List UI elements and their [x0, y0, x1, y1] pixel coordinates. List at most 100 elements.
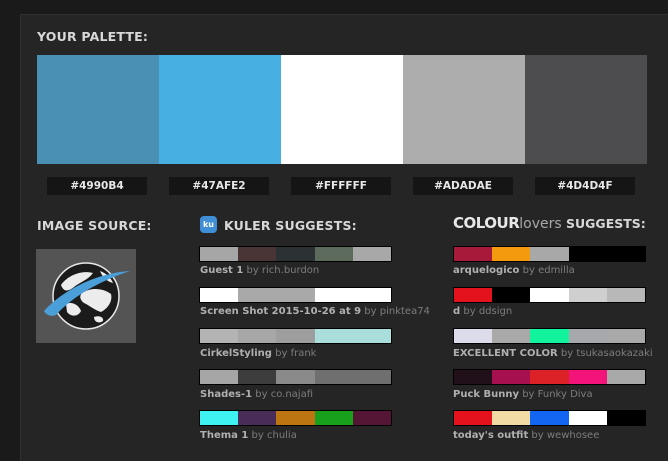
color-swatch-1[interactable]: [200, 288, 239, 302]
colourlovers-palette-strip[interactable]: [453, 410, 646, 426]
color-swatch-1[interactable]: [454, 329, 493, 343]
palette-swatch-2[interactable]: [159, 55, 281, 164]
color-swatch-4[interactable]: [568, 247, 607, 261]
kuler-palette-strip[interactable]: [199, 246, 392, 262]
colourlovers-logo-light: lovers: [519, 216, 562, 232]
colourlovers-palette-name[interactable]: arquelogico: [453, 265, 519, 276]
color-swatch-4[interactable]: [314, 329, 353, 343]
color-swatch-4[interactable]: [568, 411, 607, 425]
kuler-palette-name[interactable]: CirkelStyling: [200, 348, 272, 359]
color-swatch-1[interactable]: [200, 247, 239, 261]
colourlovers-palette-strip[interactable]: [453, 287, 646, 303]
kuler-by-label: by: [255, 389, 268, 400]
color-swatch-1[interactable]: [200, 370, 239, 384]
color-swatch-2[interactable]: [492, 247, 531, 261]
colourlovers-palette-author[interactable]: wewhosee: [547, 430, 599, 441]
color-swatch-5[interactable]: [606, 329, 646, 343]
color-swatch-5[interactable]: [606, 411, 646, 425]
color-swatch-2[interactable]: [238, 411, 277, 425]
color-swatch-3[interactable]: [530, 247, 569, 261]
colourlovers-palette-name[interactable]: Puck Bunny: [453, 389, 519, 400]
color-swatch-3[interactable]: [276, 288, 315, 302]
color-swatch-3[interactable]: [530, 370, 569, 384]
color-swatch-5[interactable]: [352, 329, 392, 343]
color-swatch-4[interactable]: [568, 329, 607, 343]
kuler-palette-name[interactable]: Guest 1: [200, 265, 243, 276]
color-swatch-1[interactable]: [200, 411, 239, 425]
colourlovers-palette-author[interactable]: ddsign: [479, 306, 512, 317]
colourlovers-palette-author[interactable]: Funky Diva: [538, 389, 593, 400]
color-swatch-5[interactable]: [352, 411, 392, 425]
color-swatch-2[interactable]: [492, 370, 531, 384]
color-swatch-3[interactable]: [276, 411, 315, 425]
kuler-palette-name[interactable]: Thema 1: [200, 430, 248, 441]
color-swatch-2[interactable]: [238, 288, 277, 302]
colourlovers-by-label: by: [531, 430, 544, 441]
color-swatch-4[interactable]: [314, 247, 353, 261]
color-swatch-2[interactable]: [492, 329, 531, 343]
source-image-thumbnail[interactable]: [36, 249, 136, 343]
globe-logo-icon: [44, 262, 130, 330]
palette-swatch-1[interactable]: [37, 55, 159, 164]
colourlovers-heading-rest: SUGGESTS:: [561, 216, 646, 231]
kuler-palette-name[interactable]: Shades-1: [200, 389, 252, 400]
palette-swatch-4[interactable]: [403, 55, 525, 164]
color-swatch-1[interactable]: [454, 288, 493, 302]
color-swatch-3[interactable]: [530, 329, 569, 343]
kuler-palette-strip[interactable]: [199, 328, 392, 344]
colourlovers-palette-strip[interactable]: [453, 369, 646, 385]
color-swatch-2[interactable]: [238, 329, 277, 343]
hex-code-3[interactable]: #FFFFFF: [291, 177, 391, 195]
kuler-palette-strip[interactable]: [199, 369, 392, 385]
colourlovers-palette-strip[interactable]: [453, 328, 646, 344]
kuler-palette-name[interactable]: Screen Shot 2015-10-26 at 9: [200, 306, 361, 317]
color-swatch-5[interactable]: [606, 288, 646, 302]
color-swatch-2[interactable]: [492, 411, 531, 425]
hex-code-4[interactable]: #ADADAE: [413, 177, 513, 195]
color-swatch-3[interactable]: [530, 411, 569, 425]
kuler-palette-strip[interactable]: [199, 287, 392, 303]
colourlovers-palette-caption: arquelogico by edmilla: [453, 265, 575, 276]
color-swatch-5[interactable]: [352, 247, 392, 261]
colourlovers-palette-name[interactable]: EXCELLENT COLOR: [453, 348, 558, 359]
color-swatch-3[interactable]: [276, 370, 315, 384]
color-swatch-4[interactable]: [314, 370, 353, 384]
color-swatch-3[interactable]: [276, 329, 315, 343]
color-swatch-5[interactable]: [352, 370, 392, 384]
color-swatch-5[interactable]: [606, 247, 646, 261]
kuler-palette-caption: Guest 1 by rich.burdon: [200, 265, 319, 276]
kuler-palette-author[interactable]: rich.burdon: [262, 265, 319, 276]
hex-code-2[interactable]: #47AFE2: [169, 177, 269, 195]
hex-code-5[interactable]: #4D4D4F: [535, 177, 635, 195]
kuler-palette-author[interactable]: co.najafi: [271, 389, 313, 400]
color-swatch-5[interactable]: [606, 370, 646, 384]
kuler-palette-caption: Screen Shot 2015-10-26 at 9 by pinktea74: [200, 306, 430, 317]
kuler-palette-author[interactable]: pinktea74: [380, 306, 430, 317]
color-swatch-5[interactable]: [352, 288, 392, 302]
color-swatch-1[interactable]: [454, 411, 493, 425]
colourlovers-palette-author[interactable]: tsukasaokazaki: [576, 348, 652, 359]
colourlovers-palette-name[interactable]: today's outfit: [453, 430, 528, 441]
color-swatch-4[interactable]: [314, 411, 353, 425]
color-swatch-1[interactable]: [200, 329, 239, 343]
palette-swatch-3[interactable]: [281, 55, 403, 164]
color-swatch-2[interactable]: [238, 247, 277, 261]
color-swatch-3[interactable]: [276, 247, 315, 261]
color-swatch-1[interactable]: [454, 370, 493, 384]
color-swatch-4[interactable]: [314, 288, 353, 302]
color-swatch-4[interactable]: [568, 370, 607, 384]
color-swatch-1[interactable]: [454, 247, 493, 261]
colourlovers-palette-name[interactable]: d: [453, 306, 460, 317]
kuler-palette-author[interactable]: frank: [291, 348, 317, 359]
color-swatch-4[interactable]: [568, 288, 607, 302]
hex-code-1[interactable]: #4990B4: [47, 177, 147, 195]
colourlovers-by-label: by: [522, 389, 535, 400]
palette-swatch-5[interactable]: [525, 55, 647, 164]
color-swatch-3[interactable]: [530, 288, 569, 302]
colourlovers-palette-strip[interactable]: [453, 246, 646, 262]
colourlovers-palette-author[interactable]: edmilla: [538, 265, 575, 276]
kuler-palette-strip[interactable]: [199, 410, 392, 426]
kuler-palette-author[interactable]: chulia: [267, 430, 297, 441]
color-swatch-2[interactable]: [492, 288, 531, 302]
color-swatch-2[interactable]: [238, 370, 277, 384]
